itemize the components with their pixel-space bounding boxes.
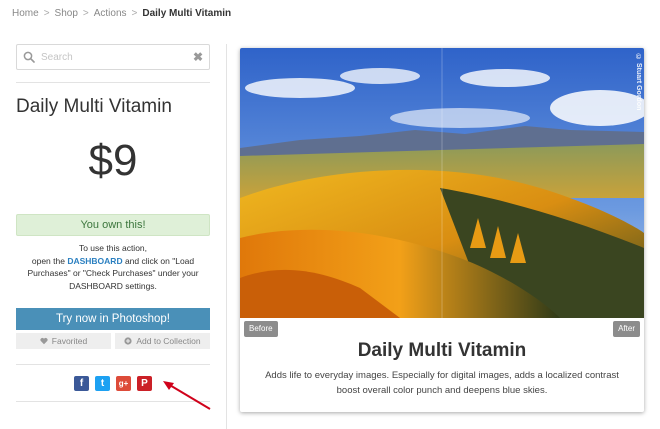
product-price: $9 <box>88 136 138 185</box>
search-input[interactable] <box>41 51 193 63</box>
product-title: Daily Multi Vitamin <box>16 96 172 117</box>
breadcrumb-separator: > <box>131 8 138 19</box>
search-box: ✖ <box>16 44 210 70</box>
heart-icon <box>40 337 48 345</box>
divider <box>16 82 210 83</box>
vertical-divider <box>226 44 227 429</box>
breadcrumb: Home > Shop > Actions > Daily Multi Vitamin <box>12 8 231 19</box>
divider <box>16 364 210 365</box>
add-to-collection-label: Add to Collection <box>136 336 201 346</box>
preview-card: © Stuart Gordon Before After Daily Multi… <box>240 48 644 412</box>
instructions-line: To use this action, <box>78 243 148 253</box>
preview-title: Daily Multi Vitamin <box>357 340 527 361</box>
breadcrumb-actions[interactable]: Actions <box>94 8 127 19</box>
google-plus-icon[interactable]: g+ <box>116 376 131 391</box>
breadcrumb-shop[interactable]: Shop <box>55 8 78 19</box>
after-label: After <box>613 321 640 337</box>
breadcrumb-separator: > <box>43 8 50 19</box>
preview-description: Adds life to everyday images. Especially… <box>265 370 619 396</box>
clear-search-icon[interactable]: ✖ <box>193 50 203 64</box>
before-after-preview-image[interactable]: © Stuart Gordon <box>240 48 644 318</box>
twitter-icon[interactable]: t <box>95 376 110 391</box>
social-share: f t g+ P <box>74 376 152 391</box>
product-sidebar: ✖ Daily Multi Vitamin $9 You own this! T… <box>16 44 210 402</box>
try-in-photoshop-button[interactable]: Try now in Photoshop! <box>16 308 210 330</box>
add-to-collection-button[interactable]: Add to Collection <box>115 333 210 349</box>
annotation-arrow-icon <box>163 381 211 410</box>
secondary-buttons: Favorited Add to Collection <box>16 333 210 349</box>
facebook-icon[interactable]: f <box>74 376 89 391</box>
photo-watermark: © Stuart Gordon <box>635 54 642 111</box>
breadcrumb-separator: > <box>82 8 89 19</box>
breadcrumb-current: Daily Multi Vitamin <box>142 8 232 19</box>
favorited-button[interactable]: Favorited <box>16 333 111 349</box>
owned-badge: You own this! <box>16 214 210 236</box>
favorited-label: Favorited <box>51 336 88 346</box>
pinterest-icon[interactable]: P <box>137 376 152 391</box>
search-icon <box>23 51 35 63</box>
usage-instructions: To use this action, open the DASHBOARD a… <box>16 242 210 292</box>
dashboard-link[interactable]: DASHBOARD <box>67 256 122 266</box>
instructions-text: open the <box>31 255 65 266</box>
before-label: Before <box>244 321 278 337</box>
plus-circle-icon <box>124 337 132 345</box>
breadcrumb-home[interactable]: Home <box>12 8 39 19</box>
